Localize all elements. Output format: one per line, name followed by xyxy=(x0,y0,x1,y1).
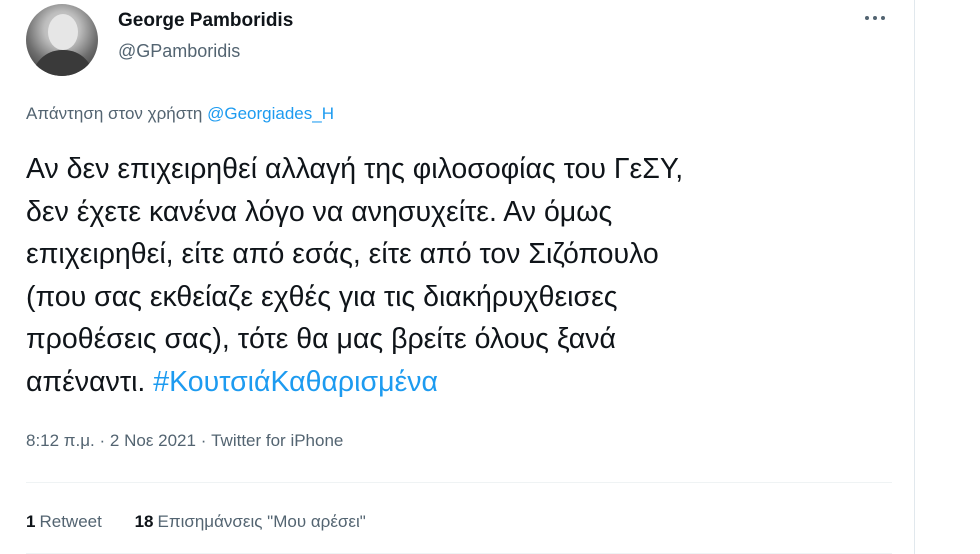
divider xyxy=(26,482,892,483)
tweet-card: George Pamboridis @GPamboridis Απάντηση … xyxy=(0,0,915,554)
tweet-text-line: Αν δεν επιχειρηθεί αλλαγή της φιλοσοφίας… xyxy=(26,153,684,185)
avatar[interactable] xyxy=(26,4,98,76)
tweet-text-line: προθέσεις σας), τότε θα μας βρείτε όλους… xyxy=(26,323,617,355)
meta-separator: · xyxy=(200,431,207,450)
meta-separator: · xyxy=(99,431,106,450)
tweet-text-line: δεν έχετε κανένα λόγο να ανησυχείτε. Αν … xyxy=(26,195,613,228)
tweet-text-last-line: απέναντι. #ΚουτσιάΚαθαρισμένα xyxy=(26,361,886,404)
avatar-shoulders xyxy=(32,50,94,76)
hashtag-link[interactable]: #ΚουτσιάΚαθαρισμένα xyxy=(153,366,438,398)
likes-count: 18 xyxy=(134,512,154,531)
tweet-time[interactable]: 8:12 π.μ. xyxy=(26,431,95,450)
retweets-count: 1 xyxy=(26,512,36,531)
more-horizontal-icon xyxy=(865,16,869,20)
tweet-text-line: απέναντι. xyxy=(26,365,146,398)
likes-label: Επισημάνσεις "Μου αρέσει" xyxy=(157,512,366,531)
tweet-stats: 1 Retweet 18 Επισημάνσεις "Μου αρέσει" xyxy=(26,512,394,532)
more-horizontal-icon-dot xyxy=(881,16,885,20)
more-horizontal-icon-dot xyxy=(873,16,877,20)
reply-mention-link[interactable]: @Georgiades_H xyxy=(207,104,334,123)
tweet-text: Αν δεν επιχειρηθεί αλλαγή της φιλοσοφίας… xyxy=(26,148,886,403)
retweets-stat[interactable]: 1 Retweet xyxy=(26,512,102,532)
tweet-date[interactable]: 2 Νοε 2021 xyxy=(110,431,196,450)
tweet-text-line: επιχειρηθεί, είτε από εσάς, είτε από τον… xyxy=(26,238,659,270)
avatar-face xyxy=(48,14,78,50)
author-handle[interactable]: @GPamboridis xyxy=(118,41,240,62)
reply-context: Απάντηση στον χρήστη @Georgiades_H xyxy=(26,104,334,124)
likes-stat[interactable]: 18 Επισημάνσεις "Μου αρέσει" xyxy=(135,512,366,532)
tweet-meta: 8:12 π.μ. · 2 Νοε 2021 · Twitter for iPh… xyxy=(26,431,343,451)
tweet-text-line: (που σας εκθείαζε εχθές για τις διακήρυχ… xyxy=(26,280,618,313)
reply-prefix: Απάντηση στον χρήστη xyxy=(26,104,203,123)
more-options-button[interactable] xyxy=(858,6,892,30)
retweets-label: Retweet xyxy=(39,512,102,531)
tweet-source[interactable]: Twitter for iPhone xyxy=(211,431,343,450)
author-display-name[interactable]: George Pamboridis xyxy=(118,10,293,32)
